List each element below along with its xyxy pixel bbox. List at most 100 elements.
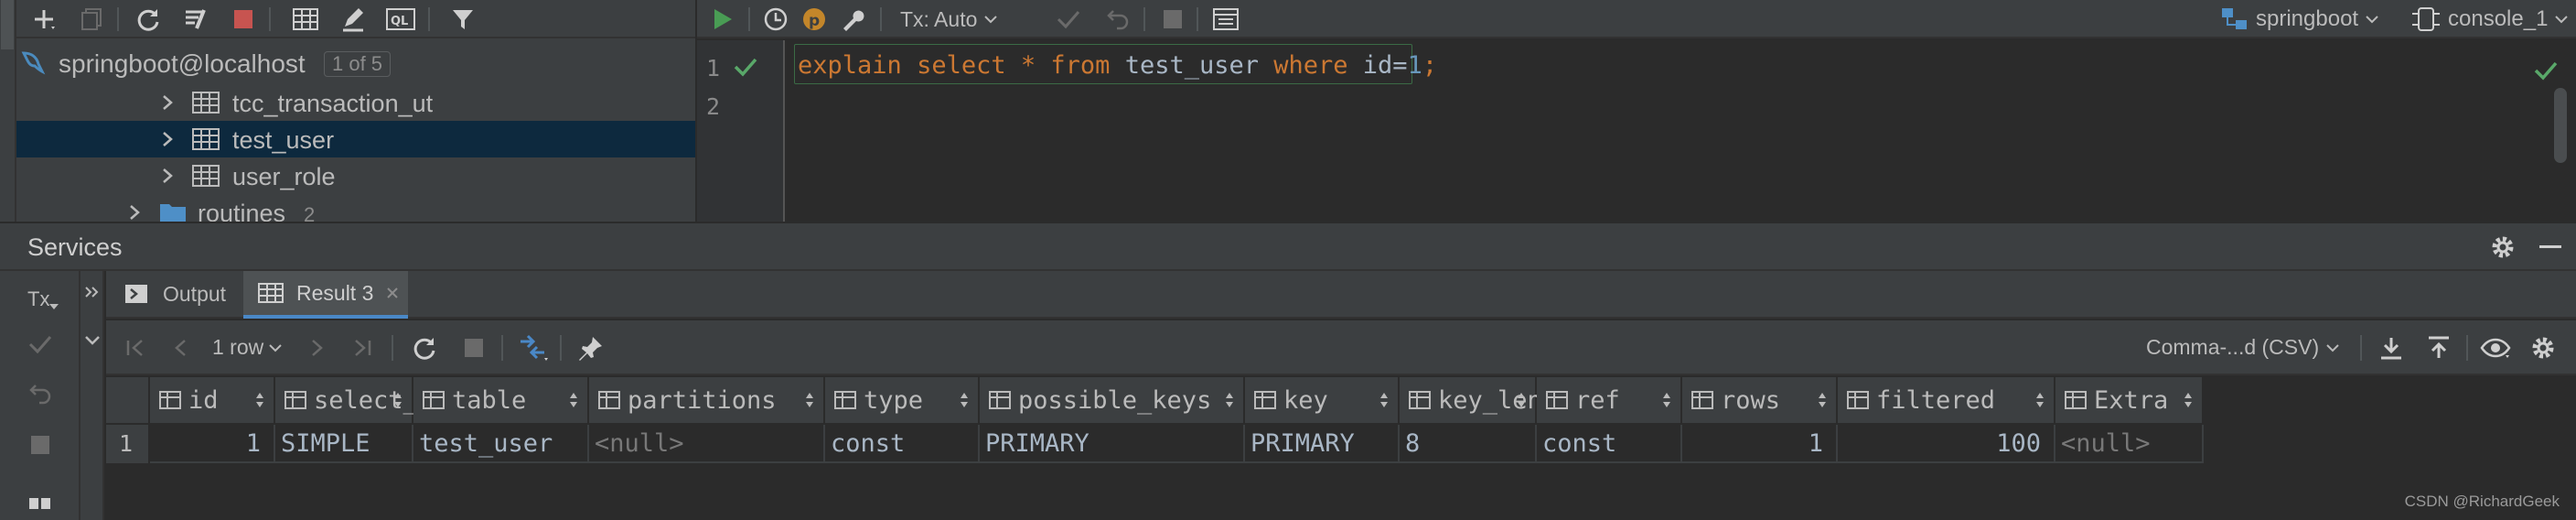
cell-key-len[interactable]: 8: [1400, 425, 1537, 463]
column-header-key-len[interactable]: key_len: [1400, 377, 1542, 425]
chevron-right-icon[interactable]: [128, 204, 141, 221]
cancel-query-icon[interactable]: [457, 331, 490, 364]
download-icon[interactable]: [2375, 331, 2408, 364]
column-header-filtered[interactable]: filtered: [1838, 377, 2055, 425]
chevron-right-icon[interactable]: [161, 168, 174, 184]
compare-icon[interactable]: [516, 331, 549, 364]
minimize-icon[interactable]: [2534, 231, 2567, 264]
strip-tab-database[interactable]: [1, 0, 14, 49]
stop-icon[interactable]: [24, 428, 57, 461]
editor-scrollbar[interactable]: [2554, 88, 2567, 163]
column-header-partitions[interactable]: partitions: [589, 377, 825, 425]
history-icon[interactable]: [759, 3, 792, 36]
reload-icon[interactable]: [408, 331, 441, 364]
console-selector[interactable]: console_1: [2411, 4, 2569, 35]
tree-datasource[interactable]: springboot@localhost 1 of 5: [16, 44, 695, 81]
cell-select-type[interactable]: SIMPLE: [275, 425, 413, 463]
page-size-selector[interactable]: 1 row: [212, 335, 282, 360]
next-page-icon[interactable]: [300, 331, 333, 364]
table-editor-icon[interactable]: [289, 3, 322, 36]
filter-icon[interactable]: [446, 3, 479, 36]
tab-result[interactable]: Result 3: [243, 271, 408, 319]
cell-partitions[interactable]: <null>: [589, 425, 825, 463]
datasource-count-badge[interactable]: 1 of 5: [324, 51, 392, 77]
pin-icon[interactable]: [574, 331, 607, 364]
commit-icon[interactable]: [24, 328, 57, 361]
upload-icon[interactable]: [2422, 331, 2455, 364]
rollback-icon[interactable]: [24, 377, 57, 410]
gear-icon[interactable]: [2527, 331, 2560, 364]
sort-icon[interactable]: [1818, 392, 1827, 408]
last-page-icon[interactable]: [346, 331, 379, 364]
refresh-icon[interactable]: [132, 3, 165, 36]
tree-item-user-role[interactable]: user_role: [16, 157, 695, 194]
layout-icon[interactable]: [24, 487, 57, 520]
column-header-type[interactable]: type: [825, 377, 980, 425]
cell-key[interactable]: PRIMARY: [1245, 425, 1400, 463]
sort-icon[interactable]: [569, 392, 578, 408]
duplicate-icon[interactable]: [75, 3, 108, 36]
cell-extra[interactable]: <null>: [2055, 425, 2204, 463]
cell-filtered[interactable]: 100: [1838, 425, 2055, 463]
schema-sync-icon[interactable]: [179, 3, 212, 36]
edit-icon[interactable]: [337, 3, 370, 36]
column-header-label: filtered: [1876, 385, 1996, 415]
add-icon[interactable]: [27, 3, 60, 36]
tab-output[interactable]: Output: [124, 271, 226, 317]
execute-icon[interactable]: [706, 3, 739, 36]
chevron-right-icon[interactable]: [161, 131, 174, 147]
cell-possible-keys[interactable]: PRIMARY: [980, 425, 1245, 463]
column-header-possible-keys[interactable]: possible_keys: [980, 377, 1245, 425]
parameters-icon[interactable]: p: [798, 3, 831, 36]
cell-table[interactable]: test_user: [413, 425, 589, 463]
wrench-icon[interactable]: [836, 3, 869, 36]
close-icon[interactable]: [386, 287, 399, 299]
column-header-rows[interactable]: rows: [1682, 377, 1838, 425]
sort-icon[interactable]: [2035, 392, 2045, 408]
schema-selector[interactable]: springboot: [2221, 4, 2378, 35]
tree-item-tcc-transaction-ut[interactable]: tcc_transaction_ut: [16, 84, 695, 121]
code-line[interactable]: explain select * from test_user where id…: [798, 51, 1437, 80]
tx-mode-button[interactable]: Tx: [27, 287, 59, 311]
database-tool-window-strip[interactable]: [0, 0, 16, 222]
sort-icon[interactable]: [960, 392, 969, 408]
chevron-right-icon[interactable]: [161, 94, 174, 111]
tx-mode-dropdown[interactable]: Tx: Auto: [900, 5, 998, 33]
export-format-dropdown[interactable]: Comma-...d (CSV): [2146, 335, 2339, 360]
tree-item-test-user[interactable]: test_user: [16, 121, 695, 157]
sort-icon[interactable]: [805, 392, 814, 408]
sort-icon[interactable]: [1379, 392, 1389, 408]
grid-corner: [106, 377, 150, 425]
sort-icon[interactable]: [255, 392, 264, 408]
row-number[interactable]: 1: [106, 425, 150, 463]
column-header-key[interactable]: key: [1245, 377, 1400, 425]
column-header-id[interactable]: id: [150, 377, 275, 425]
cell-id[interactable]: 1: [150, 425, 275, 463]
previous-page-icon[interactable]: [165, 331, 198, 364]
cell-rows[interactable]: 1: [1682, 425, 1838, 463]
column-header-ref[interactable]: ref: [1537, 377, 1682, 425]
column-header-select-type[interactable]: select_type: [275, 377, 478, 425]
commit-icon[interactable]: [1052, 3, 1085, 36]
chevron-down-icon[interactable]: [84, 335, 101, 346]
sort-icon[interactable]: [1517, 392, 1526, 408]
output-layout-icon[interactable]: [1209, 3, 1242, 36]
expand-icon[interactable]: [84, 286, 99, 298]
eye-icon[interactable]: [2479, 331, 2512, 364]
sort-icon[interactable]: [393, 392, 402, 408]
tree-item-routines[interactable]: routines 2: [16, 194, 695, 222]
sort-icon[interactable]: [1662, 392, 1671, 408]
column-header-table[interactable]: table: [413, 377, 589, 425]
cell-ref[interactable]: const: [1537, 425, 1682, 463]
rollback-icon[interactable]: [1101, 3, 1134, 36]
first-page-icon[interactable]: [119, 331, 152, 364]
sort-icon[interactable]: [1225, 392, 1234, 408]
editor-gutter: 1 2: [697, 40, 785, 222]
column-header-extra[interactable]: Extra: [2055, 377, 2204, 425]
gear-icon[interactable]: [2486, 231, 2519, 264]
query-console-icon[interactable]: QL: [384, 3, 417, 36]
stop-icon[interactable]: [227, 3, 260, 36]
cell-type[interactable]: const: [825, 425, 980, 463]
sort-icon[interactable]: [2184, 392, 2193, 408]
cancel-statement-icon[interactable]: [1156, 3, 1189, 36]
